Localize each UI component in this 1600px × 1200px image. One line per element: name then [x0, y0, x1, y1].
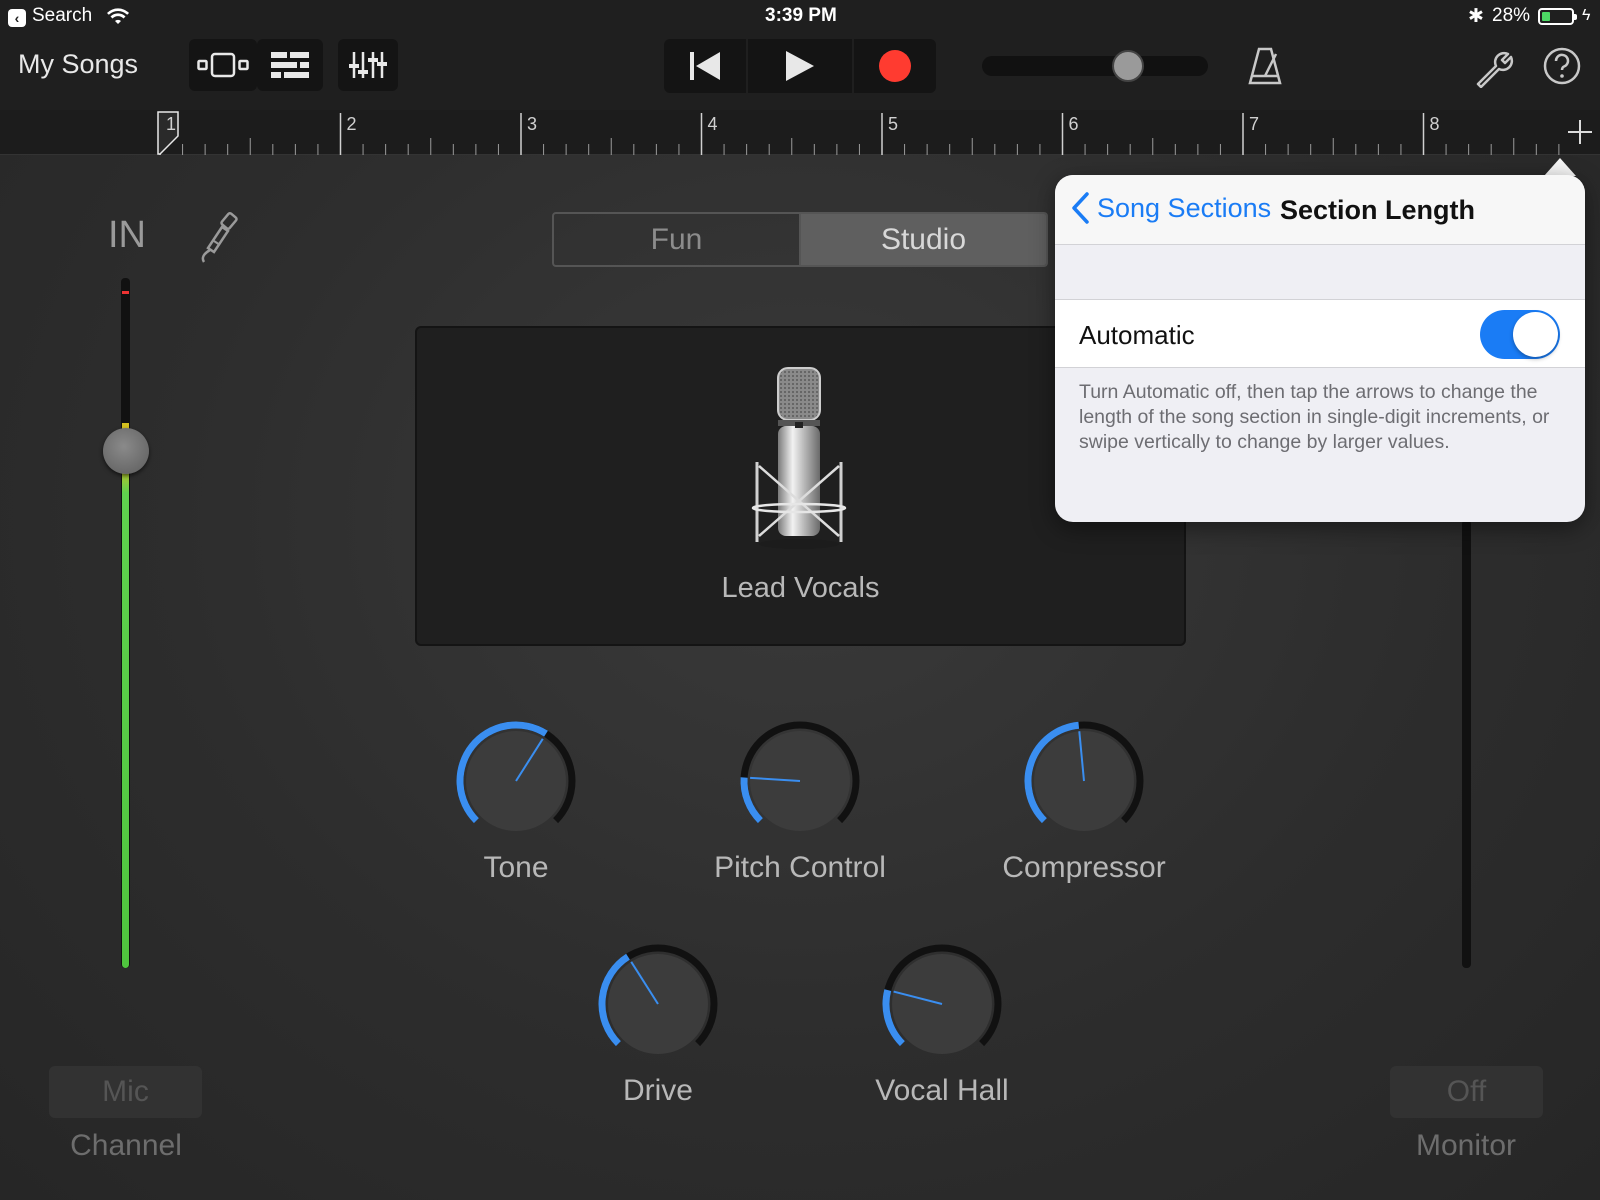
knob-label: Drive	[622, 1074, 693, 1107]
settings-wrench-icon	[1476, 51, 1514, 89]
ruler-bar-label: 3	[527, 114, 538, 134]
back-chevron-icon: ‹	[8, 9, 26, 27]
rewind-icon	[690, 52, 720, 80]
charging-icon: ϟ	[1582, 7, 1591, 24]
mixer-button[interactable]	[338, 39, 398, 91]
input-level-fader[interactable]	[103, 427, 149, 474]
knob-dial	[740, 721, 860, 831]
play-icon	[786, 51, 814, 81]
monitor-label: Monitor	[1415, 1129, 1517, 1162]
status-back-link[interactable]: ‹ Search	[8, 5, 92, 27]
ruler-ticks	[157, 111, 1560, 155]
metronome-icon	[1248, 47, 1282, 85]
arrange-view-button[interactable]	[257, 39, 323, 91]
guitar-cable-icon	[201, 211, 238, 263]
timeline-ruler[interactable]: 1 2 3 4 5 6 7 8	[0, 110, 1600, 155]
mode-selector[interactable]: Fun Studio	[552, 212, 1048, 267]
knob-vocal-hall[interactable]	[872, 934, 1012, 1079]
rewind-button[interactable]	[664, 39, 746, 93]
knob-dial	[456, 721, 576, 831]
popover-footer-text: Turn Automatic off, then tap the arrows …	[1079, 381, 1550, 453]
mixer-icon	[349, 52, 387, 78]
record-icon	[879, 50, 911, 82]
section-length-popover: Song Sections Section Length Automatic T…	[1055, 175, 1585, 522]
ruler-bar-label: 8	[1429, 114, 1440, 134]
arrange-view-icon	[271, 52, 309, 78]
status-bar: ‹ Search 3:39 PM ✱ 28% ϟ	[0, 0, 1600, 32]
status-back-label: Search	[32, 5, 93, 26]
knob-label: Compressor	[1002, 851, 1166, 884]
channel-label: Channel	[70, 1129, 182, 1162]
status-time: 3:39 PM	[765, 5, 837, 26]
knob-label: Vocal Hall	[875, 1074, 1009, 1107]
chevron-left-icon	[1072, 192, 1089, 224]
input-label: IN	[108, 214, 146, 256]
automatic-row: Automatic	[1055, 299, 1585, 368]
knob-dial	[1024, 721, 1144, 831]
ruler-bar-label: 7	[1249, 114, 1260, 134]
metronome-button[interactable]	[1248, 46, 1282, 91]
plus-icon	[1568, 120, 1592, 144]
automatic-label: Automatic	[1079, 320, 1195, 350]
battery-percent: 28%	[1492, 5, 1531, 26]
ruler-bar-label: 1	[166, 114, 177, 134]
ruler-bar-label: 4	[707, 114, 718, 134]
channel-button[interactable]: Mic	[49, 1066, 202, 1118]
tab-studio[interactable]: Studio	[799, 214, 1046, 265]
ruler-bar-label: 2	[346, 114, 357, 134]
help-icon	[1543, 47, 1581, 85]
microphone-icon	[751, 367, 847, 549]
battery-icon	[1538, 8, 1577, 25]
popover-title: Section Length	[1280, 195, 1475, 225]
output-level-meter	[1462, 520, 1471, 968]
input-peak-indicator	[122, 291, 129, 294]
ruler-bar-label: 5	[888, 114, 899, 134]
instrument-name: Lead Vocals	[721, 572, 880, 604]
help-button[interactable]	[1542, 46, 1582, 91]
toggle-thumb	[1513, 312, 1558, 357]
wifi-icon	[107, 8, 129, 24]
master-volume-slider[interactable]	[982, 50, 1208, 82]
add-section-button[interactable]	[1566, 118, 1594, 146]
bluetooth-icon: ✱	[1468, 6, 1484, 27]
song-sections-back-button[interactable]: Song Sections	[1069, 191, 1271, 225]
my-songs-button[interactable]: My Songs	[18, 49, 138, 80]
knob-tone[interactable]	[446, 711, 586, 856]
tab-fun[interactable]: Fun	[554, 214, 799, 265]
ruler-bar-label: 6	[1068, 114, 1079, 134]
knob-compressor[interactable]	[1014, 711, 1154, 856]
knob-pitch-control[interactable]	[730, 711, 870, 856]
master-volume-thumb[interactable]	[1111, 50, 1144, 82]
knob-dial	[598, 944, 718, 1054]
popover-arrow	[1544, 158, 1576, 176]
tracks-view-button[interactable]	[189, 39, 257, 91]
tracks-view-icon	[197, 52, 249, 78]
settings-button[interactable]	[1474, 48, 1514, 93]
monitor-button[interactable]: Off	[1390, 1066, 1543, 1118]
battery-fill	[1542, 12, 1550, 21]
input-level-fill	[122, 422, 129, 968]
back-label: Song Sections	[1097, 192, 1272, 223]
knob-drive[interactable]	[588, 934, 728, 1079]
knob-label: Pitch Control	[714, 851, 886, 884]
automatic-toggle[interactable]	[1480, 310, 1560, 359]
top-bar: ‹ Search 3:39 PM ✱ 28% ϟ My Songs	[0, 0, 1600, 110]
play-button[interactable]	[748, 39, 852, 93]
knob-label: Tone	[483, 851, 549, 884]
popover-nav-bar: Song Sections Section Length	[1055, 175, 1585, 245]
knob-dial	[882, 944, 1002, 1054]
input-settings-button[interactable]	[198, 210, 246, 269]
record-button[interactable]	[854, 39, 936, 93]
